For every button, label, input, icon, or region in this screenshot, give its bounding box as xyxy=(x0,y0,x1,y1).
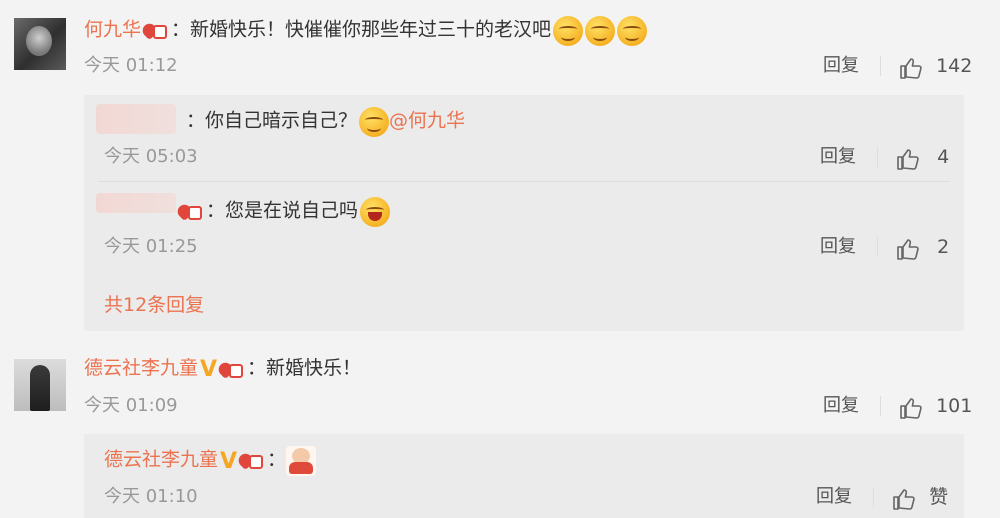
comment-header: 德云社李九童V ：新婚快乐！ xyxy=(84,355,361,382)
blurred-username xyxy=(96,104,176,134)
reply-text: ：你自己暗示自己？ xyxy=(186,109,358,132)
reply-content: ：你自己暗示自己？ @何九华 xyxy=(186,107,465,137)
thumbs-up-icon xyxy=(899,57,923,79)
like-count: 2 xyxy=(937,236,950,258)
like-button[interactable]: 赞 xyxy=(892,485,948,510)
reply-time: 今天 01:10 xyxy=(104,486,198,507)
vip-badge-icon xyxy=(139,20,171,42)
comment-text: ：新婚快乐！ xyxy=(247,357,362,379)
reply-time: 今天 01:25 xyxy=(104,236,198,257)
smile-emoji-icon xyxy=(585,16,616,46)
username-link[interactable]: 德云社李九童 xyxy=(104,449,218,471)
divider xyxy=(877,237,878,257)
mention-link[interactable]: @何九华 xyxy=(389,110,465,132)
verified-v-icon: V xyxy=(200,357,218,382)
like-button[interactable]: 2 xyxy=(896,235,949,260)
smile-emoji-icon xyxy=(617,16,648,46)
reply-text: ：您是在说自己吗 xyxy=(206,199,359,222)
thumbs-up-icon xyxy=(892,488,916,510)
like-count: 142 xyxy=(936,55,973,77)
reply-text: ： xyxy=(267,448,287,471)
like-button[interactable]: 101 xyxy=(899,394,972,419)
reply-button[interactable]: 回复 xyxy=(820,235,856,259)
smile-emoji-icon xyxy=(553,16,584,46)
divider xyxy=(873,487,874,507)
divider xyxy=(98,181,950,182)
reply-time: 今天 05:03 xyxy=(104,146,198,167)
wink-emoji-icon xyxy=(359,107,390,137)
blurred-username xyxy=(96,193,176,213)
divider xyxy=(880,56,881,76)
like-button[interactable]: 142 xyxy=(899,54,972,79)
thumbs-up-icon xyxy=(899,397,923,419)
avatar[interactable] xyxy=(14,18,66,70)
divider xyxy=(880,396,881,416)
like-button[interactable]: 4 xyxy=(896,145,949,170)
divider xyxy=(877,147,878,167)
more-replies-link[interactable]: 共12条回复 xyxy=(104,290,204,317)
thumbs-up-icon xyxy=(896,148,920,170)
laugh-emoji-icon xyxy=(360,197,391,227)
reply-list: 德云社李九童V ： 今天 01:10 回复 赞 xyxy=(84,434,964,518)
comment-header: 何九华 ：新婚快乐！快催催你那些年过三十的老汉吧 xyxy=(84,16,648,46)
sticker-icon xyxy=(286,446,317,476)
comment-time: 今天 01:09 xyxy=(84,395,178,416)
like-count: 赞 xyxy=(929,486,949,508)
avatar[interactable] xyxy=(14,359,66,411)
comment-time: 今天 01:12 xyxy=(84,55,178,76)
vip-badge-icon xyxy=(235,450,267,472)
reply-content: 德云社李九童V ： xyxy=(104,446,317,476)
thumbs-up-icon xyxy=(896,238,920,260)
reply-button[interactable]: 回复 xyxy=(823,54,859,78)
username-link[interactable]: 何九华 xyxy=(84,19,141,41)
like-count: 4 xyxy=(937,146,950,168)
vip-badge-icon xyxy=(215,359,247,381)
reply-content: ：您是在说自己吗 xyxy=(174,197,391,227)
like-count: 101 xyxy=(936,395,973,417)
reply-button[interactable]: 回复 xyxy=(820,145,856,169)
verified-v-icon: V xyxy=(220,448,238,474)
reply-button[interactable]: 回复 xyxy=(816,485,852,509)
reply-button[interactable]: 回复 xyxy=(823,394,859,418)
username-link[interactable]: 德云社李九童 xyxy=(84,357,198,379)
reply-list: ：你自己暗示自己？ @何九华 今天 05:03 回复 4 ：您是在说自己吗 今天 … xyxy=(84,95,964,331)
comment-text: ：新婚快乐！快催催你那些年过三十的老汉吧 xyxy=(171,18,552,41)
vip-badge-icon xyxy=(174,201,206,223)
